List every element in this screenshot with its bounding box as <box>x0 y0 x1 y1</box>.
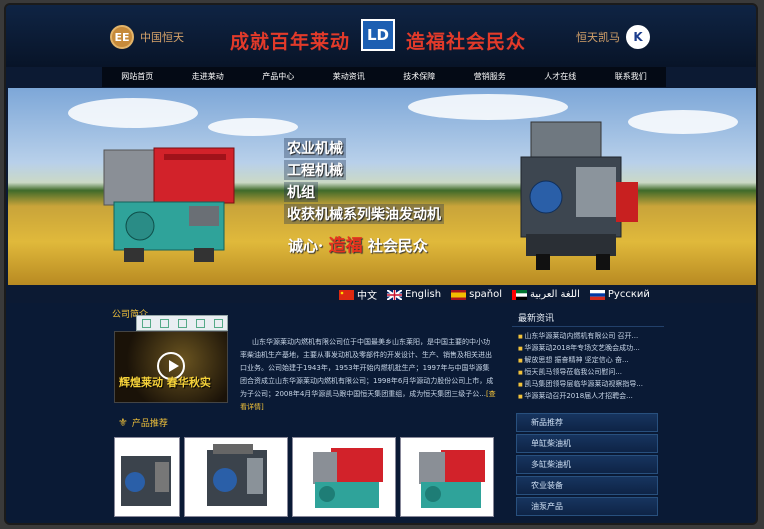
main-content: 公司简介 辉煌莱动 春华秋实 山东华源莱动内燃机有限公司位于中国最美乡山东莱阳，… <box>6 303 756 523</box>
latest-news-panel: 最新资讯 山东华源莱动内燃机有限公司 召开... 华源莱动2018年专场文艺晚会… <box>512 305 664 409</box>
slogan-right: 造福社会民众 <box>406 31 527 53</box>
language-switcher: 中文 English spaňol اللغة العربية Русский <box>339 286 660 303</box>
product-card[interactable] <box>292 437 396 517</box>
news-item[interactable]: 华源莱动2018年专场文艺晚会成功... <box>512 343 664 355</box>
single-cylinder-engine-image <box>103 147 235 262</box>
product-engine-image <box>121 456 171 506</box>
expand-icon[interactable] <box>141 318 151 328</box>
lang-label: 中文 <box>357 291 377 302</box>
product-category-list: 新品推荐 单缸柴油机 多缸柴油机 农业装备 油泵产品 <box>516 413 658 518</box>
nav-item-contact[interactable]: 联系我们 <box>596 67 667 87</box>
site-header: EE 中国恒天 成就百年莱动 LD 造福社会民众 恒天凯马 K <box>6 5 756 67</box>
news-item[interactable]: 华源莱动召开2018届人才招聘会... <box>512 391 664 403</box>
products-title-text: 产品推荐 <box>131 419 168 429</box>
multi-cylinder-engine-image <box>520 121 638 270</box>
product-card[interactable] <box>184 437 288 517</box>
lang-label: اللغة العربية <box>530 289 580 300</box>
browser-frame: EE 中国恒天 成就百年莱动 LD 造福社会民众 恒天凯马 K 网站首页 走进莱… <box>4 3 758 525</box>
lang-russian[interactable]: Русский <box>589 289 650 300</box>
copy-icon[interactable] <box>159 318 169 328</box>
product-engine-image <box>313 448 383 508</box>
banner-text-block: 农业机械 工程机械 机组 收获机械系列柴油发动机 <box>284 138 444 226</box>
lang-label: spaňol <box>469 289 503 300</box>
category-multi-cylinder[interactable]: 多缸柴油机 <box>516 455 658 474</box>
news-panel-title[interactable]: 最新资讯 <box>512 305 664 327</box>
news-item[interactable]: 恒天凯马领导莅临我公司慰问... <box>512 367 664 379</box>
nav-item-home[interactable]: 网站首页 <box>102 67 173 87</box>
video-toolbar <box>136 315 228 331</box>
category-new-products[interactable]: 新品推荐 <box>516 413 658 432</box>
uae-flag-icon <box>512 289 528 300</box>
hengtian-logo-icon: EE <box>110 25 134 49</box>
news-item[interactable]: 山东华源莱动内燃机有限公司 召开... <box>512 331 664 343</box>
nav-item-about[interactable]: 走进莱动 <box>173 67 244 87</box>
russia-flag-icon <box>589 289 605 300</box>
settings-icon[interactable] <box>213 318 223 328</box>
news-item[interactable]: 凯马集团领导层临华源莱动视察指导... <box>512 379 664 391</box>
lang-label: English <box>405 289 442 300</box>
category-agri-equipment[interactable]: 农业装备 <box>516 476 658 495</box>
lang-spanish[interactable]: spaňol <box>451 289 502 300</box>
product-card[interactable] <box>400 437 494 517</box>
kaima-brand[interactable]: 恒天凯马 K <box>576 25 650 49</box>
video-caption: 辉煌莱动 春华秋实 <box>119 376 211 389</box>
nav-item-products[interactable]: 产品中心 <box>243 67 314 87</box>
product-card[interactable] <box>114 437 180 517</box>
nav-item-careers[interactable]: 人才在线 <box>525 67 596 87</box>
uk-flag-icon <box>387 289 402 300</box>
cloud-decoration <box>208 118 298 136</box>
news-item[interactable]: 解放思想 振奋精神 坚定信心 奋... <box>512 355 664 367</box>
product-engine-image <box>419 450 485 508</box>
hengtian-brand[interactable]: EE 中国恒天 <box>110 25 184 49</box>
kaima-brand-text: 恒天凯马 <box>576 31 620 44</box>
nav-item-tech[interactable]: 技术保障 <box>384 67 455 87</box>
kaima-logo-icon: K <box>626 25 650 49</box>
hengtian-brand-text: 中国恒天 <box>140 31 184 44</box>
nav-item-news[interactable]: 莱动资讯 <box>314 67 385 87</box>
lang-label: Русский <box>607 289 650 300</box>
cloud-decoration <box>68 98 198 128</box>
fleur-icon: ⚜ <box>118 416 128 429</box>
company-video[interactable]: 辉煌莱动 春华秋实 <box>114 331 228 403</box>
product-engine-image <box>207 444 267 506</box>
hero-banner[interactable]: 农业机械 工程机械 机组 收获机械系列柴油发动机 诚心· 造福 社会民众 <box>8 88 756 285</box>
company-intro: 山东华源莱动内燃机有限公司位于中国最美乡山东莱阳，是中国主要的中小功率柴油机生产… <box>240 336 496 414</box>
spain-flag-icon <box>451 289 467 300</box>
banner-sub-right: 社会民众 <box>367 237 428 255</box>
banner-sub-left: 诚心· <box>288 237 324 255</box>
lang-chinese[interactable]: 中文 <box>339 287 377 302</box>
nav-item-service[interactable]: 营销服务 <box>455 67 526 87</box>
main-nav: 网站首页 走进莱动 产品中心 莱动资讯 技术保障 营销服务 人才在线 联系我们 <box>102 67 666 87</box>
banner-line: 农业机械 <box>284 138 346 158</box>
products-section-title[interactable]: ⚜ 产品推荐 <box>118 416 168 429</box>
slogan-left: 成就百年莱动 <box>230 31 351 53</box>
banner-line: 工程机械 <box>284 160 346 180</box>
china-flag-icon <box>339 289 354 300</box>
lang-arabic[interactable]: اللغة العربية <box>512 289 580 300</box>
banner-line: 机组 <box>284 182 318 202</box>
banner-subtitle: 诚心· 造福 社会民众 <box>288 231 428 256</box>
save-icon[interactable] <box>177 318 187 328</box>
banner-sub-mid: 造福 <box>328 236 363 256</box>
lang-english[interactable]: English <box>387 289 441 300</box>
category-single-cylinder[interactable]: 单缸柴油机 <box>516 434 658 453</box>
ld-logo-icon[interactable]: LD <box>361 19 395 51</box>
category-oil-pump[interactable]: 油泵产品 <box>516 497 658 516</box>
intro-text: 山东华源莱动内燃机有限公司位于中国最美乡山东莱阳，是中国主要的中小功率柴油机生产… <box>240 338 494 398</box>
edit-icon[interactable] <box>195 318 205 328</box>
banner-line: 收获机械系列柴油发动机 <box>284 204 444 224</box>
